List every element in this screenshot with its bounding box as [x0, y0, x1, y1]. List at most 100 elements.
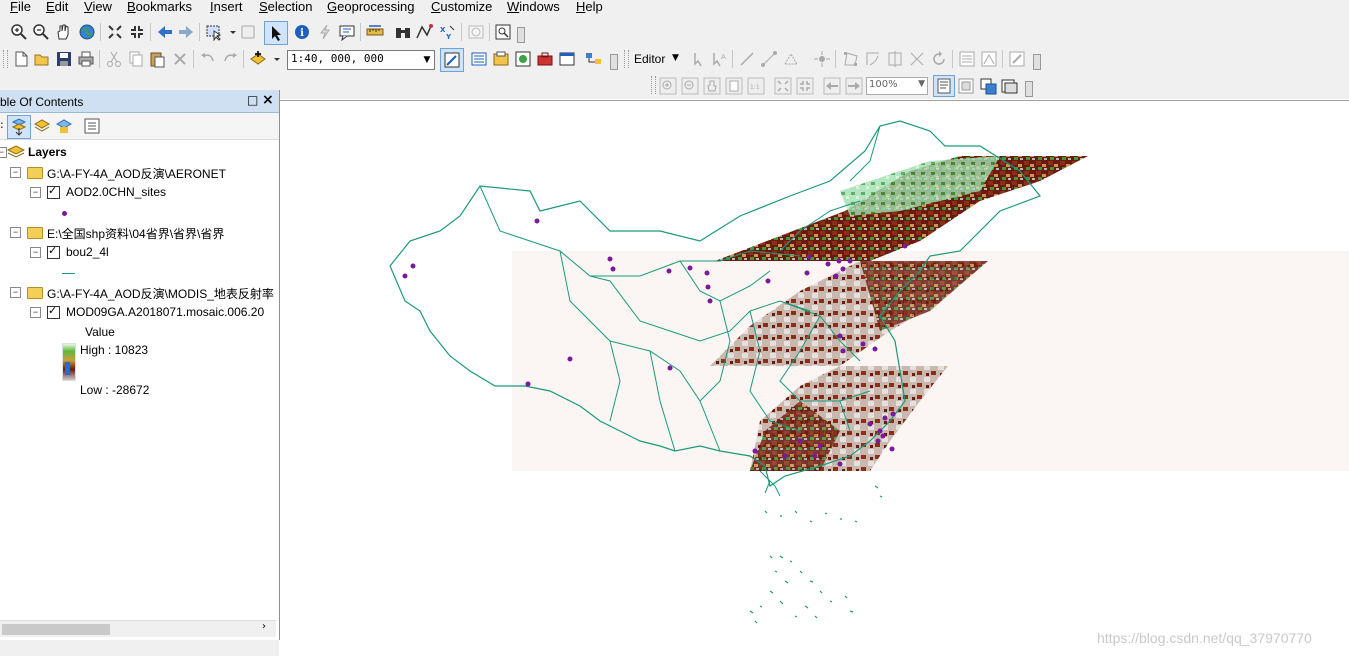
full-extent-icon[interactable]: [78, 23, 96, 41]
create-features-icon[interactable]: [1008, 50, 1026, 68]
layout-zoom-combobox[interactable]: 100% ▼: [866, 77, 928, 95]
time-slider-icon[interactable]: [467, 23, 485, 41]
zoom-in-icon[interactable]: [10, 23, 28, 41]
select-features-icon[interactable]: [205, 23, 223, 41]
menu-customize[interactable]: Customize: [431, 0, 492, 14]
tree-group-modis[interactable]: − G:\A-FY-4A_AOD反演\MODIS_地表反射率: [0, 284, 276, 302]
delete-icon[interactable]: [171, 50, 189, 68]
layout-back-icon[interactable]: [823, 77, 841, 95]
reshape-feature-icon[interactable]: [864, 50, 882, 68]
measure-icon[interactable]: [366, 23, 384, 41]
fixed-zoom-in-layout-icon[interactable]: [774, 77, 792, 95]
menu-insert[interactable]: Insert: [210, 0, 243, 14]
menu-view[interactable]: View: [84, 0, 112, 14]
open-icon[interactable]: [33, 50, 51, 68]
copy-icon[interactable]: [127, 50, 145, 68]
toolbar-grip[interactable]: [3, 50, 8, 68]
table-of-contents-icon[interactable]: [470, 50, 488, 68]
create-viewer-icon[interactable]: [494, 23, 512, 41]
print-icon[interactable]: [77, 50, 95, 68]
scrollbar-thumb[interactable]: [2, 624, 110, 635]
layer-visibility-checkbox[interactable]: [47, 244, 60, 259]
sketch-properties-icon[interactable]: [980, 50, 998, 68]
tree-group-boundaries[interactable]: − E:\全国shp资料\04省界\省界\省界: [0, 224, 276, 242]
layout-forward-icon[interactable]: [845, 77, 863, 95]
collapse-icon[interactable]: −: [10, 227, 21, 238]
layout-zoom-in-icon[interactable]: [659, 77, 677, 95]
toolbar-grip[interactable]: [624, 50, 629, 68]
split-tool-icon[interactable]: [908, 50, 926, 68]
layout-zoom-out-icon[interactable]: [681, 77, 699, 95]
add-data-icon[interactable]: [249, 50, 267, 68]
search-window-icon[interactable]: [514, 50, 532, 68]
menu-selection[interactable]: Selection: [259, 0, 312, 14]
chevron-down-icon[interactable]: [268, 50, 280, 68]
endpoint-arc-icon[interactable]: [760, 50, 778, 68]
auto-hide-icon[interactable]: □: [247, 93, 258, 107]
catalog-icon[interactable]: [492, 50, 510, 68]
scroll-right-icon[interactable]: ›: [262, 621, 266, 632]
menu-bookmarks[interactable]: Bookmarks: [127, 0, 192, 14]
editor-menu[interactable]: Editor: [634, 52, 665, 66]
zoom-100-icon[interactable]: 1:1: [747, 77, 765, 95]
zoom-whole-page-icon[interactable]: [725, 77, 743, 95]
attributes-icon[interactable]: [958, 50, 976, 68]
toggle-draft-mode-icon[interactable]: [933, 75, 955, 97]
edit-tool-icon[interactable]: [690, 50, 708, 68]
menu-help[interactable]: Help: [576, 0, 603, 14]
cut-icon[interactable]: [105, 50, 123, 68]
go-forward-icon[interactable]: [177, 23, 195, 41]
identify-icon[interactable]: i: [293, 23, 311, 41]
pan-icon[interactable]: [54, 23, 72, 41]
layout-pan-icon[interactable]: [703, 77, 721, 95]
focus-data-frame-icon[interactable]: [957, 77, 975, 95]
clear-selection-icon[interactable]: [239, 23, 257, 41]
collapse-icon[interactable]: −: [30, 307, 41, 318]
tree-root-layers[interactable]: − Layers: [0, 144, 270, 162]
menu-windows[interactable]: Windows: [507, 0, 560, 14]
straight-segment-icon[interactable]: [738, 50, 756, 68]
toolbox-icon[interactable]: [536, 50, 554, 68]
menu-file[interactable]: File: [10, 0, 31, 14]
save-icon[interactable]: [55, 50, 73, 68]
collapse-icon[interactable]: −: [30, 187, 41, 198]
options-icon[interactable]: [83, 117, 101, 135]
rotate-icon[interactable]: [930, 50, 948, 68]
python-window-icon[interactable]: [558, 50, 576, 68]
fixed-zoom-in-icon[interactable]: [106, 23, 124, 41]
toolbar-grip[interactable]: [651, 76, 656, 94]
collapse-icon[interactable]: −: [10, 287, 21, 298]
new-document-icon[interactable]: [12, 50, 30, 68]
layer-visibility-checkbox[interactable]: [47, 184, 60, 199]
map-view[interactable]: https://blog.csdn.net/qq_37970770: [280, 100, 1349, 657]
list-by-visibility-icon[interactable]: [55, 117, 73, 135]
change-layout-icon[interactable]: [979, 77, 997, 95]
tree-layer-mod09ga[interactable]: − MOD09GA.A2018071.mosaic.006.20: [0, 304, 276, 322]
toolbar-options-icon[interactable]: [1025, 81, 1033, 97]
point-icon[interactable]: [813, 50, 831, 68]
tree-group-aeronet[interactable]: − G:\A-FY-4A_AOD反演\AERONET: [0, 164, 276, 182]
close-icon[interactable]: ×: [262, 92, 274, 108]
zoom-out-icon[interactable]: [32, 23, 50, 41]
chevron-down-icon[interactable]: ▼: [918, 79, 925, 89]
map-scale-combobox[interactable]: 1:40, 000, 000 ▼: [287, 50, 435, 70]
data-driven-pages-icon[interactable]: [1000, 77, 1018, 95]
trace-icon[interactable]: [782, 50, 800, 68]
edit-vertices-icon[interactable]: [842, 50, 860, 68]
tree-layer-bou2-4l[interactable]: − bou2_4l: [0, 244, 276, 262]
chevron-down-icon[interactable]: ▼: [420, 51, 434, 69]
menu-geoprocessing[interactable]: Geoprocessing: [327, 0, 414, 14]
model-builder-icon[interactable]: [585, 50, 603, 68]
collapse-icon[interactable]: −: [30, 247, 41, 258]
list-by-drawing-order-icon[interactable]: [7, 115, 31, 139]
find-icon[interactable]: [394, 23, 412, 41]
go-back-icon[interactable]: [156, 23, 174, 41]
map-canvas[interactable]: [280, 101, 1349, 657]
tree-layer-aod-sites[interactable]: − AOD2.0CHN_sites: [0, 184, 276, 202]
menu-edit[interactable]: Edit: [46, 0, 68, 14]
html-popup-icon[interactable]: [338, 23, 356, 41]
fixed-zoom-out-icon[interactable]: [128, 23, 146, 41]
chevron-down-icon[interactable]: [224, 23, 236, 41]
editor-toolbar-icon[interactable]: [440, 48, 464, 72]
chevron-down-icon[interactable]: ▼: [672, 53, 679, 63]
